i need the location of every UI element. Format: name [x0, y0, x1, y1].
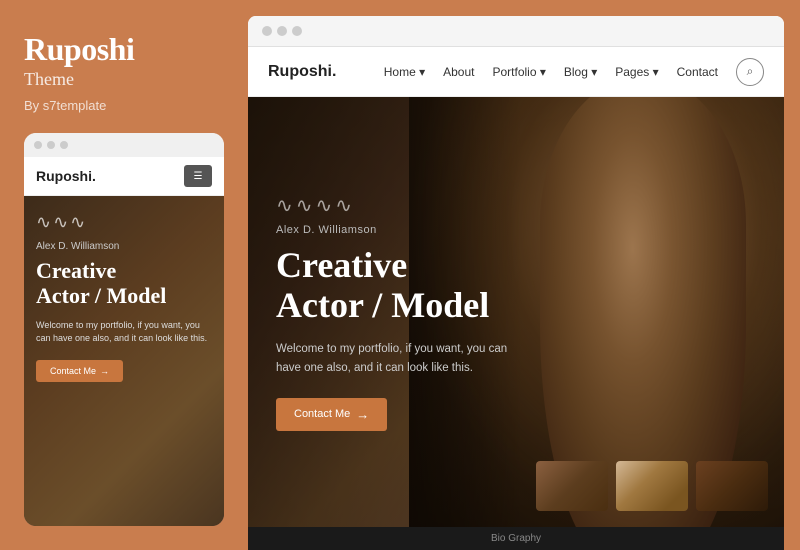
desktop-navbar: Ruposhi. Home ▾ About Portfolio ▾ Blog ▾… [248, 47, 784, 97]
browser-dot-2 [277, 26, 287, 36]
browser-dot-3 [292, 26, 302, 36]
hero-description: Welcome to my portfolio, if you want, yo… [276, 340, 515, 378]
hero-person-name: Alex D. Williamson [276, 224, 515, 236]
desktop-logo: Ruposhi. [268, 63, 336, 81]
desktop-bottom-bar: Bio Graphy [248, 527, 784, 550]
desktop-hero-content: ∿∿∿∿ Alex D. Williamson Creative Actor /… [248, 97, 543, 527]
hero-wave-decoration: ∿∿∿∿ [276, 193, 515, 218]
nav-link-about[interactable]: About [443, 65, 474, 79]
thumbnail-2[interactable] [616, 461, 688, 511]
mobile-wave-decoration: ∿∿∿ [36, 212, 212, 233]
mobile-navbar: Ruposhi. ☰ [24, 157, 224, 196]
nav-link-home[interactable]: Home ▾ [384, 65, 425, 79]
mobile-logo: Ruposhi. [36, 168, 96, 184]
mobile-preview-card: Ruposhi. ☰ ∿∿∿ Alex D. Williamson Creati… [24, 133, 224, 526]
bottom-text: Bio Graphy [491, 533, 541, 544]
right-panel: Ruposhi. Home ▾ About Portfolio ▾ Blog ▾… [248, 16, 784, 550]
thumbnail-3[interactable] [696, 461, 768, 511]
thumbnail-strip [536, 461, 768, 511]
mobile-hamburger-icon[interactable]: ☰ [184, 165, 212, 187]
mobile-contact-button[interactable]: Contact Me → [36, 360, 123, 382]
mobile-hero-content: ∿∿∿ Alex D. Williamson Creative Actor / … [36, 212, 212, 382]
theme-subtitle: Theme [24, 69, 224, 90]
left-panel: Ruposhi Theme By s7template Ruposhi. ☰ ∿… [0, 0, 248, 550]
desktop-hero-section: ∿∿∿∿ Alex D. Williamson Creative Actor /… [248, 97, 784, 527]
thumbnail-1[interactable] [536, 461, 608, 511]
hero-headline: Creative Actor / Model [276, 246, 515, 325]
mobile-browser-dots [24, 133, 224, 157]
desktop-preview: Ruposhi. Home ▾ About Portfolio ▾ Blog ▾… [248, 47, 784, 550]
mobile-hero-section: ∿∿∿ Alex D. Williamson Creative Actor / … [24, 196, 224, 526]
nav-link-blog[interactable]: Blog ▾ [564, 65, 597, 79]
theme-author: By s7template [24, 98, 224, 113]
desktop-nav-links: Home ▾ About Portfolio ▾ Blog ▾ Pages ▾ … [384, 58, 764, 86]
browser-bar [248, 16, 784, 47]
browser-dot-1 [262, 26, 272, 36]
theme-title: Ruposhi [24, 32, 224, 67]
mobile-dot-3 [60, 141, 68, 149]
mobile-description: Welcome to my portfolio, if you want, yo… [36, 319, 212, 346]
mobile-dot-1 [34, 141, 42, 149]
mobile-dot-2 [47, 141, 55, 149]
nav-link-portfolio[interactable]: Portfolio ▾ [492, 65, 545, 79]
mobile-person-name: Alex D. Williamson [36, 241, 212, 252]
search-icon[interactable]: ⌕ [736, 58, 764, 86]
nav-link-contact[interactable]: Contact [677, 65, 718, 79]
nav-link-pages[interactable]: Pages ▾ [615, 65, 658, 79]
mobile-headline: Creative Actor / Model [36, 258, 212, 309]
hero-contact-button[interactable]: Contact Me → [276, 398, 387, 431]
